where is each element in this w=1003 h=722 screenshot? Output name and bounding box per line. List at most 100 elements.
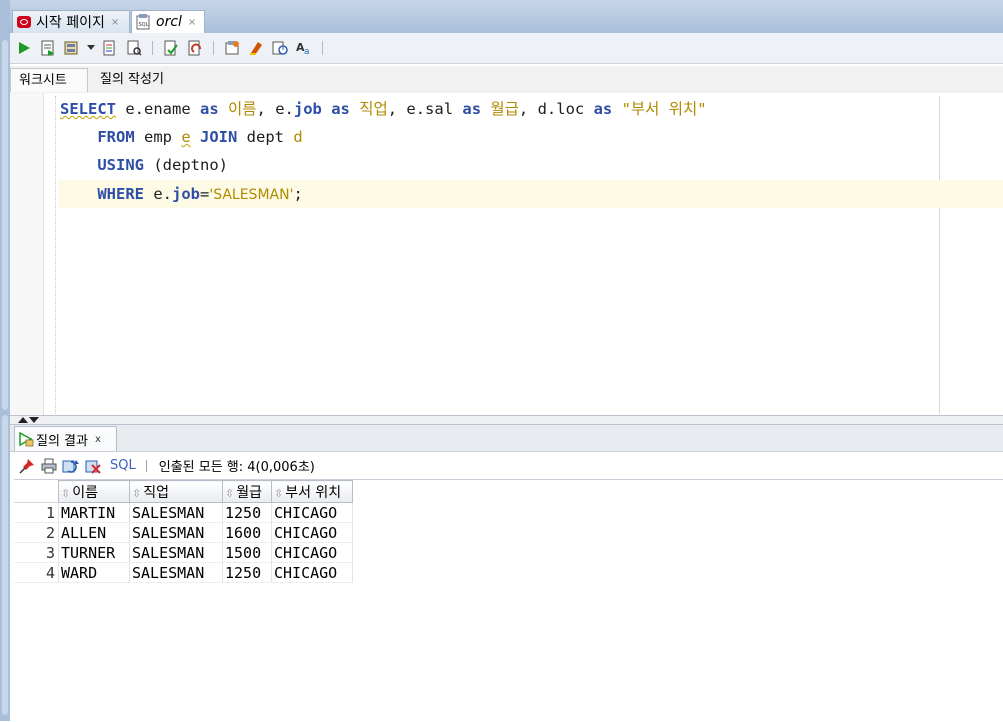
clear-icon[interactable] <box>247 39 265 57</box>
column-header[interactable]: ⇳ 부서 위치 <box>271 480 353 503</box>
code-line-2[interactable]: FROM emp e JOIN dept d <box>60 123 302 151</box>
table-row[interactable]: 3 TURNER SALESMAN 1500 CHICAGO <box>14 542 353 563</box>
row-number: 3 <box>14 542 59 563</box>
sql-worksheet-icon: SQL <box>136 14 150 30</box>
keyword-from: FROM <box>97 128 135 146</box>
alias-location-string: "부서 위치" <box>612 100 707 118</box>
format-case-icon[interactable]: Aa <box>295 39 313 57</box>
table-cell[interactable]: CHICAGO <box>271 522 353 543</box>
table-cell[interactable]: CHICAGO <box>271 562 353 583</box>
chevron-down-icon[interactable] <box>87 39 95 57</box>
table-row[interactable]: 2 ALLEN SALESMAN 1600 CHICAGO <box>14 522 353 543</box>
pin-icon[interactable] <box>18 457 36 475</box>
table-cell[interactable]: 1250 <box>222 502 272 523</box>
close-icon[interactable]: x <box>95 434 101 445</box>
explain-plan-icon[interactable] <box>101 39 119 57</box>
code-text: (deptno) <box>144 156 228 174</box>
column-header[interactable]: ⇳ 월급 <box>222 480 272 503</box>
tab-query-result[interactable]: 질의 결과 x <box>14 426 117 451</box>
code-text: e. <box>144 185 172 203</box>
refresh-icon[interactable] <box>62 457 80 475</box>
keyword-as: as <box>593 100 613 118</box>
table-cell[interactable]: 1500 <box>222 542 272 563</box>
row-number: 4 <box>14 562 59 583</box>
sql-history-icon[interactable] <box>271 39 289 57</box>
gutter-divider <box>55 96 56 414</box>
table-cell[interactable]: CHICAGO <box>271 542 353 563</box>
worksheet-toolbar: Aa <box>10 33 1003 64</box>
results-toolbar: SQL 인출된 모든 행: 4(0,006초) <box>10 452 1003 479</box>
run-statement-icon[interactable] <box>15 39 33 57</box>
column-header[interactable]: ⇳ 이름 <box>58 480 130 503</box>
code-text: = <box>200 185 210 203</box>
code-text: ; <box>293 185 303 203</box>
toolbar-separator <box>322 41 323 55</box>
left-dock-handle-lower[interactable] <box>2 415 8 715</box>
editor-results-splitter[interactable] <box>10 415 1003 425</box>
table-cell[interactable]: MARTIN <box>58 502 130 523</box>
table-row[interactable]: 1 MARTIN SALESMAN 1250 CHICAGO <box>14 502 353 523</box>
keyword-where: WHERE <box>97 185 144 203</box>
column-header[interactable]: ⇳ 직업 <box>129 480 223 503</box>
code-line-3[interactable]: USING (deptno) <box>60 151 228 179</box>
tab-start-page[interactable]: 시작 페이지 × <box>12 10 130 33</box>
unshared-sql-icon[interactable] <box>223 39 241 57</box>
sql-button[interactable]: SQL <box>110 458 136 473</box>
column-header-label: 직업 <box>143 484 169 501</box>
commit-icon[interactable] <box>162 39 180 57</box>
alias-salary: 월급 <box>481 100 519 118</box>
column-job: job <box>293 100 322 118</box>
table-cell[interactable]: WARD <box>58 562 130 583</box>
code-text: emp <box>134 128 182 146</box>
tab-worksheet[interactable]: 워크시트 <box>10 68 88 92</box>
fetch-status-text: 인출된 모든 행: 4(0,006초) <box>158 460 315 475</box>
code-line-1[interactable]: SELECT e.ename as 이름, e.job as 직업, e.sal… <box>60 95 707 123</box>
autotrace-icon[interactable] <box>63 39 81 57</box>
rollback-icon[interactable] <box>186 39 204 57</box>
tab-start-page-label: 시작 페이지 <box>36 15 105 31</box>
oracle-icon <box>17 16 31 28</box>
table-cell[interactable]: TURNER <box>58 542 130 563</box>
tab-orcl-worksheet[interactable]: SQL orcl × <box>131 10 205 33</box>
sql-tuning-icon[interactable] <box>125 39 143 57</box>
collapse-arrows-icon[interactable] <box>18 415 40 424</box>
query-result-icon <box>19 431 34 447</box>
close-icon[interactable]: × <box>188 17 196 28</box>
close-icon[interactable]: × <box>111 17 119 28</box>
string-literal: 'SALESMAN' <box>209 187 294 203</box>
print-icon[interactable] <box>40 457 58 475</box>
table-cell[interactable]: 1250 <box>222 562 272 583</box>
table-cell[interactable]: CHICAGO <box>271 502 353 523</box>
toolbar-separator <box>152 41 153 55</box>
sort-icon[interactable]: ⇳ <box>61 487 70 500</box>
alias-name: 이름 <box>218 100 257 118</box>
cancel-icon[interactable] <box>84 457 102 475</box>
table-cell[interactable]: SALESMAN <box>129 522 223 543</box>
table-cell[interactable]: SALESMAN <box>129 502 223 523</box>
results-grid[interactable]: ⇳ 이름 ⇳ 직업 ⇳ 월급 ⇳ 부서 위치 1 MARTIN SALESMAN 125… <box>14 480 353 583</box>
table-row[interactable]: 4 WARD SALESMAN 1250 CHICAGO <box>14 562 353 583</box>
sort-icon[interactable]: ⇳ <box>274 487 283 500</box>
left-dock-handle[interactable] <box>2 40 8 410</box>
column-header-label: 부서 위치 <box>285 484 342 501</box>
row-number: 1 <box>14 502 59 523</box>
table-cell[interactable]: ALLEN <box>58 522 130 543</box>
keyword-using: USING <box>97 156 144 174</box>
tab-query-builder[interactable]: 질의 작성기 <box>92 68 172 92</box>
worksheet-subtabs: 워크시트 질의 작성기 <box>10 66 1003 94</box>
tab-orcl-label: orcl <box>156 14 182 30</box>
table-cell[interactable]: 1600 <box>222 522 272 543</box>
right-margin-line <box>939 96 940 414</box>
table-cell[interactable]: SALESMAN <box>129 562 223 583</box>
table-cell[interactable]: SALESMAN <box>129 542 223 563</box>
row-number: 2 <box>14 522 59 543</box>
alias-job: 직업 <box>349 100 388 118</box>
svg-text:a: a <box>304 47 310 56</box>
sort-icon[interactable]: ⇳ <box>132 487 141 500</box>
sort-icon[interactable]: ⇳ <box>225 487 234 500</box>
code-line-4[interactable]: WHERE e.job='SALESMAN'; <box>60 180 303 208</box>
code-text: , e.sal <box>387 100 463 118</box>
run-script-icon[interactable] <box>39 39 57 57</box>
